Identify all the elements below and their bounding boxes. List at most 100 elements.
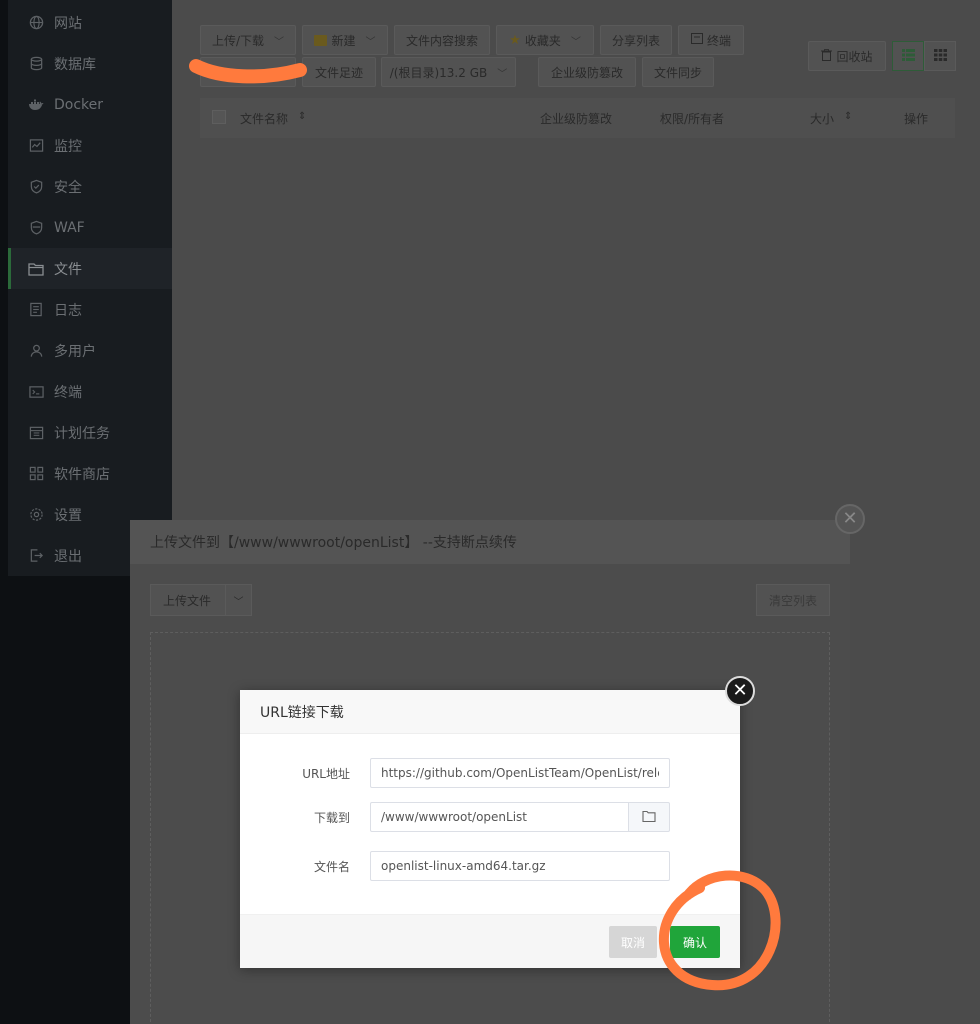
root-dir-dropdown[interactable]: /(根目录)13.2 GB ﹀ bbox=[381, 57, 516, 87]
terminal-label: 终端 bbox=[706, 33, 731, 48]
destination-input[interactable] bbox=[370, 802, 630, 832]
apps-icon bbox=[28, 466, 44, 482]
trash-icon bbox=[821, 48, 833, 64]
confirm-button[interactable]: 确认 bbox=[670, 926, 720, 958]
url-input[interactable] bbox=[370, 758, 670, 788]
sidebar-item-security[interactable]: 安全 bbox=[8, 166, 172, 207]
folder-icon bbox=[642, 810, 656, 825]
new-folder-icon bbox=[314, 34, 328, 46]
sidebar-item-cron[interactable]: 计划任务 bbox=[8, 412, 172, 453]
filename-input[interactable] bbox=[370, 851, 670, 881]
url-label: URL地址 bbox=[302, 767, 350, 781]
sidebar-item-label: 软件商店 bbox=[54, 466, 110, 483]
grid-view-button[interactable] bbox=[924, 41, 956, 71]
gear-icon bbox=[28, 507, 44, 523]
select-all-checkbox[interactable] bbox=[212, 110, 226, 124]
file-sync-button[interactable]: 文件同步 bbox=[642, 57, 714, 87]
calendar-icon bbox=[28, 425, 44, 441]
filename-label: 文件名 bbox=[313, 860, 350, 874]
terminal-button[interactable]: 终端 bbox=[678, 25, 744, 55]
sidebar-item-label: Docker bbox=[54, 96, 104, 113]
chevron-down-icon: ﹀ bbox=[365, 36, 376, 48]
url-row: URL地址 bbox=[240, 758, 740, 788]
shield-icon bbox=[28, 179, 44, 195]
sidebar-item-app-store[interactable]: 软件商店 bbox=[8, 453, 172, 494]
share-list-button[interactable]: 分享列表 bbox=[600, 25, 672, 55]
sidebar-item-website[interactable]: 网站 bbox=[8, 2, 172, 43]
favorites-label: 收藏夹 bbox=[524, 33, 561, 48]
grid-view-icon bbox=[933, 48, 947, 64]
url-dialog-title: URL链接下载 bbox=[240, 690, 740, 734]
close-icon[interactable]: ✕ bbox=[835, 504, 865, 534]
col-operations: 操作 bbox=[904, 112, 929, 126]
destination-row: 下载到 bbox=[240, 802, 740, 832]
upload-file-label: 上传文件 bbox=[163, 593, 212, 608]
col-size[interactable]: 大小 bbox=[810, 110, 834, 127]
new-label: 新建 bbox=[331, 33, 356, 48]
url-download-dialog: URL链接下载 URL地址 下载到 文件名 取消 确认 bbox=[240, 690, 740, 968]
sidebar-item-label: 监控 bbox=[54, 138, 82, 155]
cancel-button[interactable]: 取消 bbox=[609, 926, 657, 958]
terminal-icon bbox=[690, 33, 703, 47]
star-icon: ★ bbox=[509, 32, 521, 48]
chevron-down-icon: ﹀ bbox=[274, 36, 285, 48]
clear-list-button[interactable]: 清空列表 bbox=[756, 584, 830, 616]
recycle-bin-button[interactable]: 回收站 bbox=[808, 41, 886, 71]
chevron-down-icon: ﹀ bbox=[570, 36, 581, 48]
sidebar-item-waf[interactable]: WAF bbox=[8, 207, 172, 248]
col-permission: 权限/所有者 bbox=[660, 112, 725, 126]
batch-ops-button[interactable] bbox=[200, 57, 296, 87]
tamper-proof-button[interactable]: 企业级防篡改 bbox=[538, 57, 636, 87]
close-icon[interactable]: ✕ bbox=[725, 676, 755, 706]
users-icon bbox=[28, 343, 44, 359]
sort-icon[interactable]: ⇕ bbox=[844, 111, 852, 122]
sidebar-item-docker[interactable]: Docker bbox=[8, 84, 172, 125]
new-button[interactable]: 新建 ﹀ bbox=[302, 25, 388, 55]
sidebar-item-logs[interactable]: 日志 bbox=[8, 289, 172, 330]
url-dialog-footer: 取消 确认 bbox=[240, 914, 740, 968]
recycle-bin-label: 回收站 bbox=[836, 49, 873, 64]
sidebar-item-monitor[interactable]: 监控 bbox=[8, 125, 172, 166]
list-view-icon bbox=[901, 48, 915, 64]
monitor-icon bbox=[28, 138, 44, 154]
sidebar-nav: 网站 数据库 Docker 监控 安全 WAF 文件 日志 多用户 终端 计划任… bbox=[8, 0, 172, 576]
logout-icon bbox=[28, 548, 44, 564]
sidebar-item-label: 设置 bbox=[54, 507, 82, 524]
sidebar-item-label: 文件 bbox=[54, 261, 82, 278]
sidebar-item-files[interactable]: 文件 bbox=[8, 248, 172, 289]
upload-dialog-title: 上传文件到【/www/wwwroot/openList】 --支持断点续传 bbox=[130, 520, 850, 564]
upload-file-button[interactable]: 上传文件 ﹀ bbox=[150, 584, 252, 616]
list-view-button[interactable] bbox=[892, 41, 924, 71]
col-name[interactable]: 文件名称 bbox=[240, 110, 288, 127]
file-footprint-label: 文件足迹 bbox=[314, 65, 363, 80]
sidebar-item-label: 退出 bbox=[54, 548, 82, 565]
file-sync-label: 文件同步 bbox=[653, 65, 702, 80]
sidebar-item-label: WAF bbox=[54, 219, 85, 236]
database-icon bbox=[28, 56, 44, 72]
file-table-header: 文件名称 ⇕ 企业级防篡改 权限/所有者 大小 ⇕ 操作 bbox=[200, 98, 955, 138]
content-search-label: 文件内容搜索 bbox=[405, 33, 478, 48]
col-tamper: 企业级防篡改 bbox=[540, 112, 613, 126]
sidebar-item-label: 安全 bbox=[54, 179, 82, 196]
terminal-icon bbox=[28, 384, 44, 400]
filename-row: 文件名 bbox=[240, 851, 740, 881]
sidebar-item-database[interactable]: 数据库 bbox=[8, 43, 172, 84]
favorites-button[interactable]: ★ 收藏夹 ﹀ bbox=[496, 25, 594, 55]
sidebar-item-label: 网站 bbox=[54, 15, 82, 32]
upload-download-button[interactable]: 上传/下载 ﹀ bbox=[200, 25, 296, 55]
content-search-button[interactable]: 文件内容搜索 bbox=[394, 25, 490, 55]
sidebar-item-label: 日志 bbox=[54, 302, 82, 319]
file-footprint-button[interactable]: 文件足迹 bbox=[302, 57, 376, 87]
sort-icon[interactable]: ⇕ bbox=[298, 111, 306, 122]
sidebar-item-label: 计划任务 bbox=[54, 425, 110, 442]
sidebar-item-users[interactable]: 多用户 bbox=[8, 330, 172, 371]
sidebar-item-label: 多用户 bbox=[54, 343, 96, 360]
chevron-down-icon[interactable]: ﹀ bbox=[226, 593, 251, 608]
sidebar-item-terminal[interactable]: 终端 bbox=[8, 371, 172, 412]
folder-icon bbox=[28, 261, 44, 277]
log-icon bbox=[28, 302, 44, 318]
sidebar-item-label: 数据库 bbox=[54, 56, 96, 73]
destination-label: 下载到 bbox=[313, 811, 350, 825]
docker-icon bbox=[28, 97, 44, 113]
browse-folder-button[interactable] bbox=[628, 802, 670, 832]
